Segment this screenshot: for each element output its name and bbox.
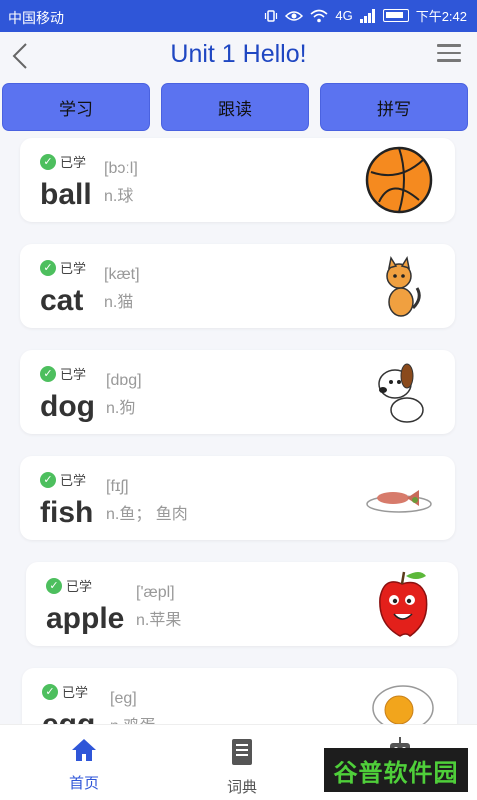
- phonetic-text: [dɒg]: [106, 372, 142, 389]
- word-text: cat: [40, 284, 84, 317]
- word-card-apple[interactable]: ✓ 已学 apple ['æpl] n.苹果: [26, 562, 458, 646]
- wifi-icon: [310, 9, 328, 22]
- fish-icon: [366, 490, 432, 513]
- watermark-logo: 谷普软件园: [324, 748, 468, 792]
- word-card-ball[interactable]: ✓ 已学 ball [bɔːl] n.球: [20, 138, 455, 222]
- book-icon: [232, 739, 252, 765]
- apple-icon: [379, 571, 428, 637]
- clock-label: 下午2:42: [415, 9, 467, 24]
- check-icon: ✓: [46, 577, 62, 594]
- word-card-fish[interactable]: ✓ 已学 fish [fɪʃ] n.鱼； 鱼肉: [20, 456, 455, 540]
- home-icon: [72, 739, 96, 761]
- network-type-label: 4G: [335, 8, 353, 23]
- check-icon: ✓: [40, 259, 56, 276]
- phonetic-text: ['æpl]: [136, 584, 175, 601]
- ball-icon: [365, 146, 433, 214]
- word-text: ball: [40, 178, 92, 211]
- tab-read-along[interactable]: 跟读: [161, 83, 309, 131]
- meaning-text: n.鸡蛋: [110, 712, 155, 724]
- mode-tabs: 学习 跟读 拼写: [0, 82, 477, 132]
- nav-home[interactable]: 首页: [44, 737, 124, 793]
- phonetic-text: [bɔːl]: [104, 160, 138, 177]
- phonetic-text: [kæt]: [104, 266, 140, 283]
- phonetic-text: [fɪʃ]: [106, 478, 129, 495]
- tab-spelling[interactable]: 拼写: [320, 83, 468, 131]
- learned-badge: ✓ 已学: [40, 258, 86, 277]
- meaning-text: n.苹果: [136, 612, 182, 629]
- check-icon: ✓: [40, 471, 56, 488]
- egg-icon: [372, 685, 434, 724]
- status-bar: 中国移动 4G 下午2:42: [0, 0, 477, 32]
- meaning-text: n.狗: [106, 400, 136, 417]
- check-icon: ✓: [40, 365, 56, 382]
- signal-icon: [359, 8, 375, 23]
- app-header: Unit 1 Hello!: [0, 32, 477, 78]
- learned-badge: ✓ 已学: [40, 364, 86, 383]
- word-list: ✓ 已学 ball [bɔːl] n.球 ✓ 已学 cat [kæt] n.猫 ✓ 已…: [0, 134, 477, 724]
- phonetic-text: [eg]: [110, 690, 137, 707]
- cat-icon: [386, 256, 421, 317]
- learned-badge: ✓ 已学: [42, 682, 88, 701]
- check-icon: ✓: [40, 153, 56, 170]
- learned-badge: ✓ 已学: [46, 576, 92, 595]
- nav-home-label: 首页: [68, 775, 99, 792]
- word-card-cat[interactable]: ✓ 已学 cat [kæt] n.猫: [20, 244, 455, 328]
- learned-badge: ✓ 已学: [40, 470, 86, 489]
- dog-icon: [378, 363, 424, 423]
- hamburger-menu-icon[interactable]: [437, 44, 461, 62]
- page-title: Unit 1 Hello!: [170, 40, 307, 68]
- meaning-text: n.猫: [104, 294, 134, 311]
- check-icon: ✓: [42, 683, 58, 700]
- word-card-dog[interactable]: ✓ 已学 dog [dɒg] n.狗: [20, 350, 455, 434]
- eye-icon: [285, 10, 304, 21]
- word-text: egg: [42, 708, 95, 724]
- word-text: fish: [40, 496, 94, 529]
- nav-dictionary[interactable]: 词典: [202, 737, 282, 797]
- nav-dictionary-label: 词典: [226, 779, 257, 796]
- meaning-text: n.球: [104, 188, 134, 205]
- word-card-egg[interactable]: ✓已学 egg [eg] n.鸡蛋: [22, 668, 457, 724]
- learned-badge: ✓ 已学: [40, 152, 86, 171]
- tab-study[interactable]: 学习: [2, 83, 150, 131]
- word-text: dog: [40, 390, 95, 423]
- word-text: apple: [46, 602, 125, 635]
- carrier-label: 中国移动: [8, 10, 64, 26]
- vibrate-icon: [265, 9, 278, 22]
- battery-icon: [382, 9, 409, 22]
- status-icons: 4G 下午2:42: [264, 6, 467, 25]
- meaning-text: n.鱼； 鱼肉: [106, 506, 188, 523]
